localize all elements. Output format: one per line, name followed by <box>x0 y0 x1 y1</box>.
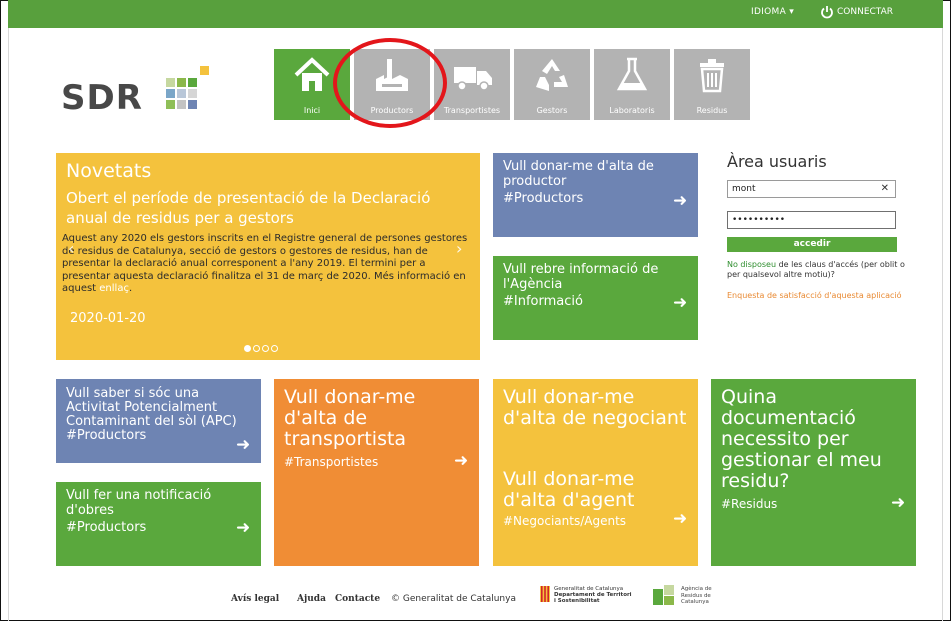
connect-link[interactable]: CONNECTAR <box>837 7 893 17</box>
carousel-dots <box>244 337 280 356</box>
tile-tag: #Residus <box>721 497 778 511</box>
tile-documentacio[interactable]: Quina documentació necessito per gestion… <box>711 379 916 566</box>
news-body: Aquest any 2020 els gestors inscrits en … <box>62 233 468 294</box>
left-border <box>8 28 9 621</box>
arrow-right-icon: ➜ <box>454 451 469 471</box>
tile-tag: #Informació <box>503 294 583 309</box>
tile-text: Quina documentació necessito per gestion… <box>721 386 882 492</box>
tile-negociant[interactable]: Vull donar-me d'alta de negociant Vull d… <box>493 379 698 566</box>
tile-apc[interactable]: Vull saber si sóc una Activitat Potencia… <box>56 379 261 463</box>
clear-icon[interactable]: ✕ <box>881 183 889 194</box>
agency-logo-text: Agència de Residus de Catalunya <box>681 586 712 605</box>
nav-tile-gestors[interactable]: Gestors <box>514 49 590 120</box>
tile-alta-productor[interactable]: Vull donar-me d'alta de productor #Produ… <box>493 153 698 237</box>
forgot-keys-text: No disposeu de les claus d'accés (per ob… <box>727 260 905 279</box>
sdr-logo-text[interactable]: SDR <box>61 78 143 118</box>
tile-tag: #Negociants/Agents <box>503 514 627 528</box>
power-icon[interactable] <box>820 5 834 19</box>
legal-link[interactable]: Avís legal <box>231 594 279 604</box>
tile-text: Vull rebre informació de l'Agència <box>503 262 659 292</box>
tile-informacio[interactable]: Vull rebre informació de l'Agència #Info… <box>493 256 698 340</box>
arrow-right-icon: ➜ <box>236 518 251 538</box>
arrow-right-icon: ➜ <box>236 435 251 455</box>
survey-link[interactable]: Enquesta de satisfacció d'aquesta aplica… <box>727 291 902 301</box>
help-link[interactable]: Ajuda <box>297 594 326 604</box>
nav-tile-residus[interactable]: Residus <box>674 49 750 120</box>
news-date: 2020-01-20 <box>70 311 146 326</box>
login-button[interactable]: accedir <box>727 237 897 252</box>
carousel-dot[interactable] <box>253 345 260 352</box>
nav-label: Inici <box>303 106 321 115</box>
username-input[interactable]: mont ✕ <box>727 180 896 198</box>
tile-transportista[interactable]: Vull donar-me d'alta de transportista #T… <box>274 379 479 566</box>
news-headline[interactable]: Obert el període de presentació de la De… <box>66 188 466 228</box>
carousel-next-icon[interactable]: › <box>456 239 462 258</box>
news-title: Novetats <box>66 160 152 182</box>
carousel-dot[interactable] <box>262 345 269 352</box>
tile-text: Vull donar-me d'alta de negociant <box>503 386 687 429</box>
home-icon <box>294 57 330 91</box>
tile-obres[interactable]: Vull fer una notificació d'obres #Produc… <box>56 482 261 566</box>
tile-text: Vull donar-me d'alta de productor <box>503 159 654 189</box>
generalitat-logo-icon <box>540 586 550 602</box>
nav-label: Transportistes <box>443 106 501 115</box>
language-menu[interactable]: IDIOMA ▾ <box>751 7 794 17</box>
tile-text: Vull donar-me d'alta de transportista <box>284 386 416 450</box>
carousel-prev-icon[interactable]: ‹ <box>68 239 74 258</box>
agency-logo-icon <box>653 585 674 605</box>
arrow-right-icon: ➜ <box>891 493 906 513</box>
tile-tag: #Transportistes <box>284 455 379 469</box>
top-bar: IDIOMA ▾ CONNECTAR <box>8 0 943 28</box>
news-link[interactable]: enllaç <box>99 283 129 294</box>
news-carousel[interactable]: Novetats Obert el període de presentació… <box>56 153 480 360</box>
arrow-right-icon: ➜ <box>673 293 688 313</box>
sdr-logo-icon <box>166 66 209 109</box>
tile-tag: #Productors <box>503 191 584 206</box>
truck-icon <box>454 67 492 91</box>
arrow-right-icon: ➜ <box>673 509 688 529</box>
right-border <box>942 28 943 621</box>
trash-icon <box>700 59 724 93</box>
tile-text: Vull fer una notificació d'obres <box>66 488 212 518</box>
contact-link[interactable]: Contacte <box>335 594 380 604</box>
nav-tile-laboratoris[interactable]: Laboratoris <box>594 49 670 120</box>
carousel-dot[interactable] <box>244 345 251 352</box>
tile-tag: #Productors <box>66 520 147 535</box>
tile-tag: #Productors <box>66 428 147 443</box>
generalitat-logo-text: Generalitat de Catalunya Departament de … <box>554 586 632 604</box>
forgot-keys-link[interactable]: No disposeu <box>727 260 776 269</box>
flask-icon <box>616 57 648 91</box>
nav-label: Residus <box>696 106 728 115</box>
login-title: Àrea usuaris <box>727 152 827 171</box>
nav-label: Gestors <box>536 106 568 115</box>
recycle-icon <box>536 59 568 91</box>
tile-text: Vull saber si sóc una Activitat Potencia… <box>66 386 237 429</box>
nav-label: Laboratoris <box>609 106 655 115</box>
arrow-right-icon: ➜ <box>673 191 688 211</box>
tile-text-2: Vull donar-me d'alta d'agent <box>503 468 635 511</box>
password-input[interactable]: •••••••••• <box>727 211 896 229</box>
highlight-circle <box>333 38 447 128</box>
copyright-text: © Generalitat de Catalunya <box>391 594 516 604</box>
carousel-dot[interactable] <box>271 345 278 352</box>
